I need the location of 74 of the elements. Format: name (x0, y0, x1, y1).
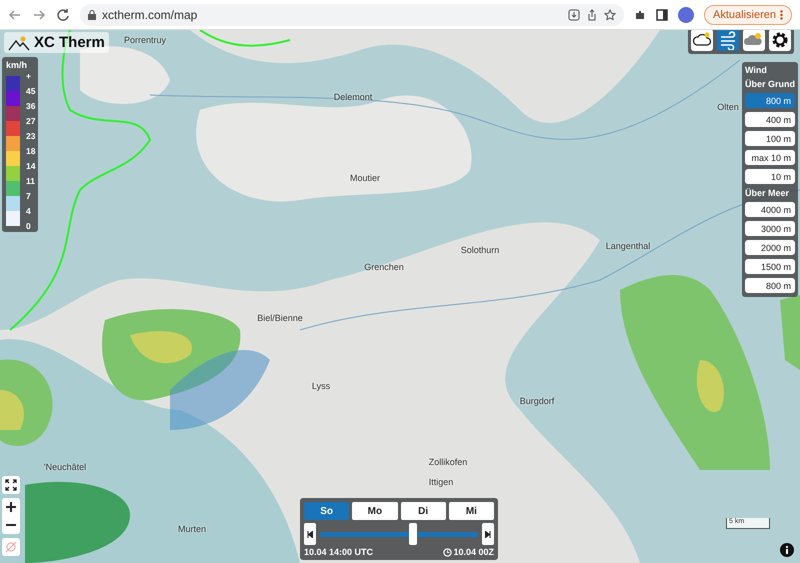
day-tab[interactable]: Mo (352, 502, 398, 520)
skip-forward-icon (485, 530, 491, 538)
download-icon[interactable] (568, 8, 580, 20)
forward-icon[interactable] (32, 8, 46, 22)
altitude-option[interactable]: 10 m (745, 169, 795, 184)
clock-icon (443, 548, 452, 556)
slider-thumb[interactable] (409, 523, 418, 545)
skip-back-icon (307, 530, 313, 538)
step-back-button[interactable] (304, 523, 316, 545)
section-heading: Über Grund (745, 79, 795, 89)
layer-button[interactable] (691, 30, 713, 51)
altitude-option[interactable]: 3000 m (745, 221, 795, 236)
legend-label: 18 (26, 146, 36, 156)
settings-icon (770, 30, 790, 50)
place-label: Biel/Bienne (257, 313, 303, 323)
legend-label: 7 (26, 191, 31, 201)
fullscreen-button[interactable] (2, 476, 20, 494)
place-label: Zollikofen (428, 457, 468, 467)
legend-label: 14 (26, 161, 36, 171)
model-run-label: 10.04 00Z (453, 547, 494, 557)
legend-label: 36 (26, 101, 36, 111)
day-tab[interactable]: Mi (448, 502, 494, 520)
panel-title: Wind (745, 65, 768, 75)
altitude-option[interactable]: 100 m (745, 131, 795, 146)
sidebar-icon[interactable] (656, 8, 668, 20)
legend-panel: km/h + 45 36 27 23 18 14 11 7 4 0 (2, 57, 38, 232)
plus-icon (6, 502, 16, 512)
step-forward-button[interactable] (482, 523, 494, 545)
place-label: Grenchen (364, 262, 404, 272)
altitude-option[interactable]: 800 m (745, 278, 795, 293)
crossed-circle-icon (5, 541, 17, 553)
altitude-option[interactable]: 2000 m (745, 240, 795, 255)
legend-label: 45 (26, 86, 36, 96)
menu-icon (780, 10, 783, 20)
share-icon[interactable] (586, 8, 598, 20)
logo[interactable]: XC Therm (4, 32, 109, 53)
place-label: Delemont (334, 92, 372, 102)
place-label: Porrentruy (124, 35, 166, 45)
address-bar[interactable]: xctherm.com/map (80, 4, 624, 26)
place-label: Lyss (312, 381, 330, 391)
legend-label: 11 (26, 176, 35, 186)
section-heading: Über Meer (745, 188, 790, 198)
place-label: Langenthal (606, 241, 650, 251)
altitude-option[interactable]: 400 m (745, 112, 795, 127)
place-label: Olten (717, 102, 739, 112)
day-tab[interactable]: So (304, 502, 350, 520)
lock-icon (88, 10, 96, 20)
day-tab[interactable]: Di (400, 502, 446, 520)
legend-label: 4 (26, 206, 31, 216)
place-label: Ittigen (428, 477, 454, 487)
reload-icon[interactable] (56, 8, 70, 22)
altitude-option[interactable]: 4000 m (745, 202, 795, 217)
time-label: 10.04 14:00 UTC (304, 547, 374, 557)
place-label: Burgdorf (520, 396, 554, 406)
star-icon[interactable] (604, 8, 616, 20)
profile-avatar[interactable] (678, 6, 694, 22)
legend-label: + (26, 71, 31, 81)
legend-label: 27 (26, 116, 36, 126)
place-label: Solothurn (460, 245, 500, 255)
update-button[interactable]: Aktualisieren (704, 4, 792, 24)
puzzle-icon[interactable] (634, 8, 646, 20)
legend-label: 23 (26, 131, 36, 141)
place-label: 'Neuchâtel (44, 462, 86, 472)
settings-button[interactable] (769, 30, 791, 51)
place-label: Murten (178, 524, 206, 534)
back-icon[interactable] (8, 8, 22, 22)
altitude-option[interactable]: 800 m (745, 93, 795, 108)
info-icon[interactable] (780, 543, 794, 557)
place-label: Moutier (350, 173, 380, 183)
legend-label: 0 (26, 221, 31, 231)
fullscreen-icon (5, 479, 17, 491)
altitude-option[interactable]: max 10 m (745, 150, 795, 165)
altitude-option[interactable]: 1500 m (745, 259, 795, 274)
mountain-sun-icon (8, 34, 30, 50)
